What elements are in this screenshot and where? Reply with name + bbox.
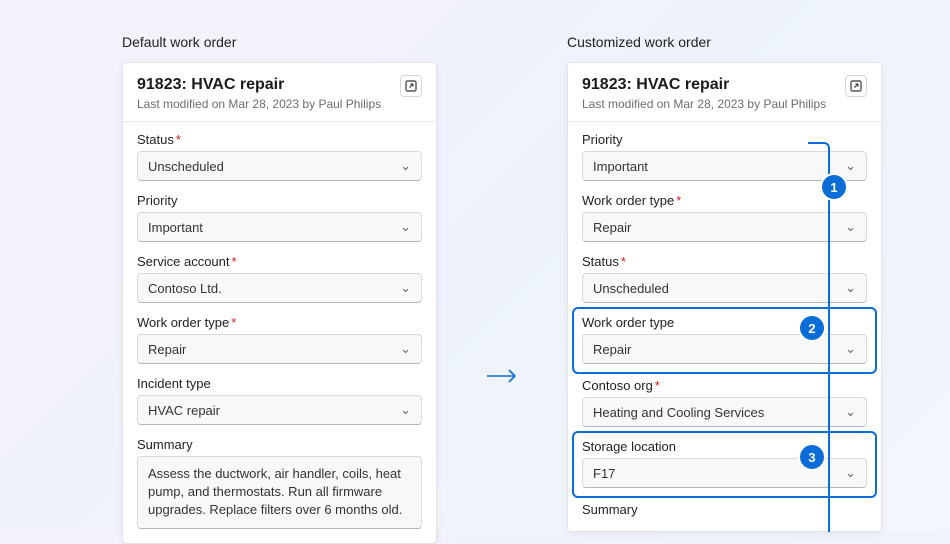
field-label: Work order type*	[137, 315, 422, 330]
customized-column: Customized work order 91823: HVAC repair…	[567, 34, 882, 532]
select-value: Important	[593, 159, 648, 174]
expand-icon	[405, 80, 417, 92]
field-incident-type: Incident type HVAC repair ⌄	[137, 376, 422, 425]
field-label: Status*	[137, 132, 422, 147]
field-status: Status* Unscheduled ⌄	[137, 132, 422, 181]
callout-badge-2: 2	[800, 316, 824, 340]
chevron-down-icon: ⌄	[845, 341, 856, 357]
card-title: 91823: HVAC repair	[137, 75, 381, 95]
field-work-order-type-highlight: Work order type Repair ⌄	[572, 307, 877, 374]
chevron-down-icon: ⌄	[400, 219, 411, 235]
chevron-down-icon: ⌄	[400, 341, 411, 357]
status-select[interactable]: Unscheduled ⌄	[137, 151, 422, 181]
chevron-down-icon: ⌄	[845, 219, 856, 235]
default-column: Default work order 91823: HVAC repair La…	[122, 34, 437, 544]
callout-badge-3: 3	[800, 445, 824, 469]
card-title: 91823: HVAC repair	[582, 75, 826, 95]
customized-heading: Customized work order	[567, 34, 882, 50]
card-header: 91823: HVAC repair Last modified on Mar …	[568, 63, 881, 122]
field-summary: Summary Assess the ductwork, air handler…	[137, 437, 422, 529]
work-order-type-select[interactable]: Repair ⌄	[137, 334, 422, 364]
arrow-right-icon	[485, 367, 519, 390]
field-priority: Priority Important ⌄	[137, 193, 422, 242]
expand-button[interactable]	[845, 75, 867, 97]
incident-type-select[interactable]: HVAC repair ⌄	[137, 395, 422, 425]
field-storage-location-highlight: Storage location F17 ⌄	[572, 431, 877, 498]
customized-card: 91823: HVAC repair Last modified on Mar …	[567, 62, 882, 532]
field-label: Priority	[137, 193, 422, 208]
chevron-down-icon: ⌄	[845, 404, 856, 420]
chevron-down-icon: ⌄	[845, 158, 856, 174]
callout-badge-1: 1	[822, 175, 846, 199]
select-value: Heating and Cooling Services	[593, 405, 764, 420]
select-value: Repair	[593, 220, 631, 235]
expand-icon	[850, 80, 862, 92]
service-account-select[interactable]: Contoso Ltd. ⌄	[137, 273, 422, 303]
select-value: Unscheduled	[148, 159, 224, 174]
select-value: Important	[148, 220, 203, 235]
select-value: Unscheduled	[593, 281, 669, 296]
priority-select[interactable]: Important ⌄	[137, 212, 422, 242]
default-card: 91823: HVAC repair Last modified on Mar …	[122, 62, 437, 544]
select-value: Repair	[593, 342, 631, 357]
card-header: 91823: HVAC repair Last modified on Mar …	[123, 63, 436, 122]
select-value: HVAC repair	[148, 403, 220, 418]
field-service-account: Service account* Contoso Ltd. ⌄	[137, 254, 422, 303]
field-label: Service account*	[137, 254, 422, 269]
card-subtitle: Last modified on Mar 28, 2023 by Paul Ph…	[582, 97, 826, 111]
chevron-down-icon: ⌄	[845, 465, 856, 481]
field-work-order-type: Work order type* Repair ⌄	[137, 315, 422, 364]
expand-button[interactable]	[400, 75, 422, 97]
select-value: Repair	[148, 342, 186, 357]
card-subtitle: Last modified on Mar 28, 2023 by Paul Ph…	[137, 97, 381, 111]
chevron-down-icon: ⌄	[400, 402, 411, 418]
chevron-down-icon: ⌄	[845, 280, 856, 296]
select-value: F17	[593, 466, 615, 481]
field-label: Incident type	[137, 376, 422, 391]
chevron-down-icon: ⌄	[400, 158, 411, 174]
summary-textarea[interactable]: Assess the ductwork, air handler, coils,…	[137, 456, 422, 529]
select-value: Contoso Ltd.	[148, 281, 222, 296]
field-label: Summary	[137, 437, 422, 452]
chevron-down-icon: ⌄	[400, 280, 411, 296]
default-heading: Default work order	[122, 34, 437, 50]
